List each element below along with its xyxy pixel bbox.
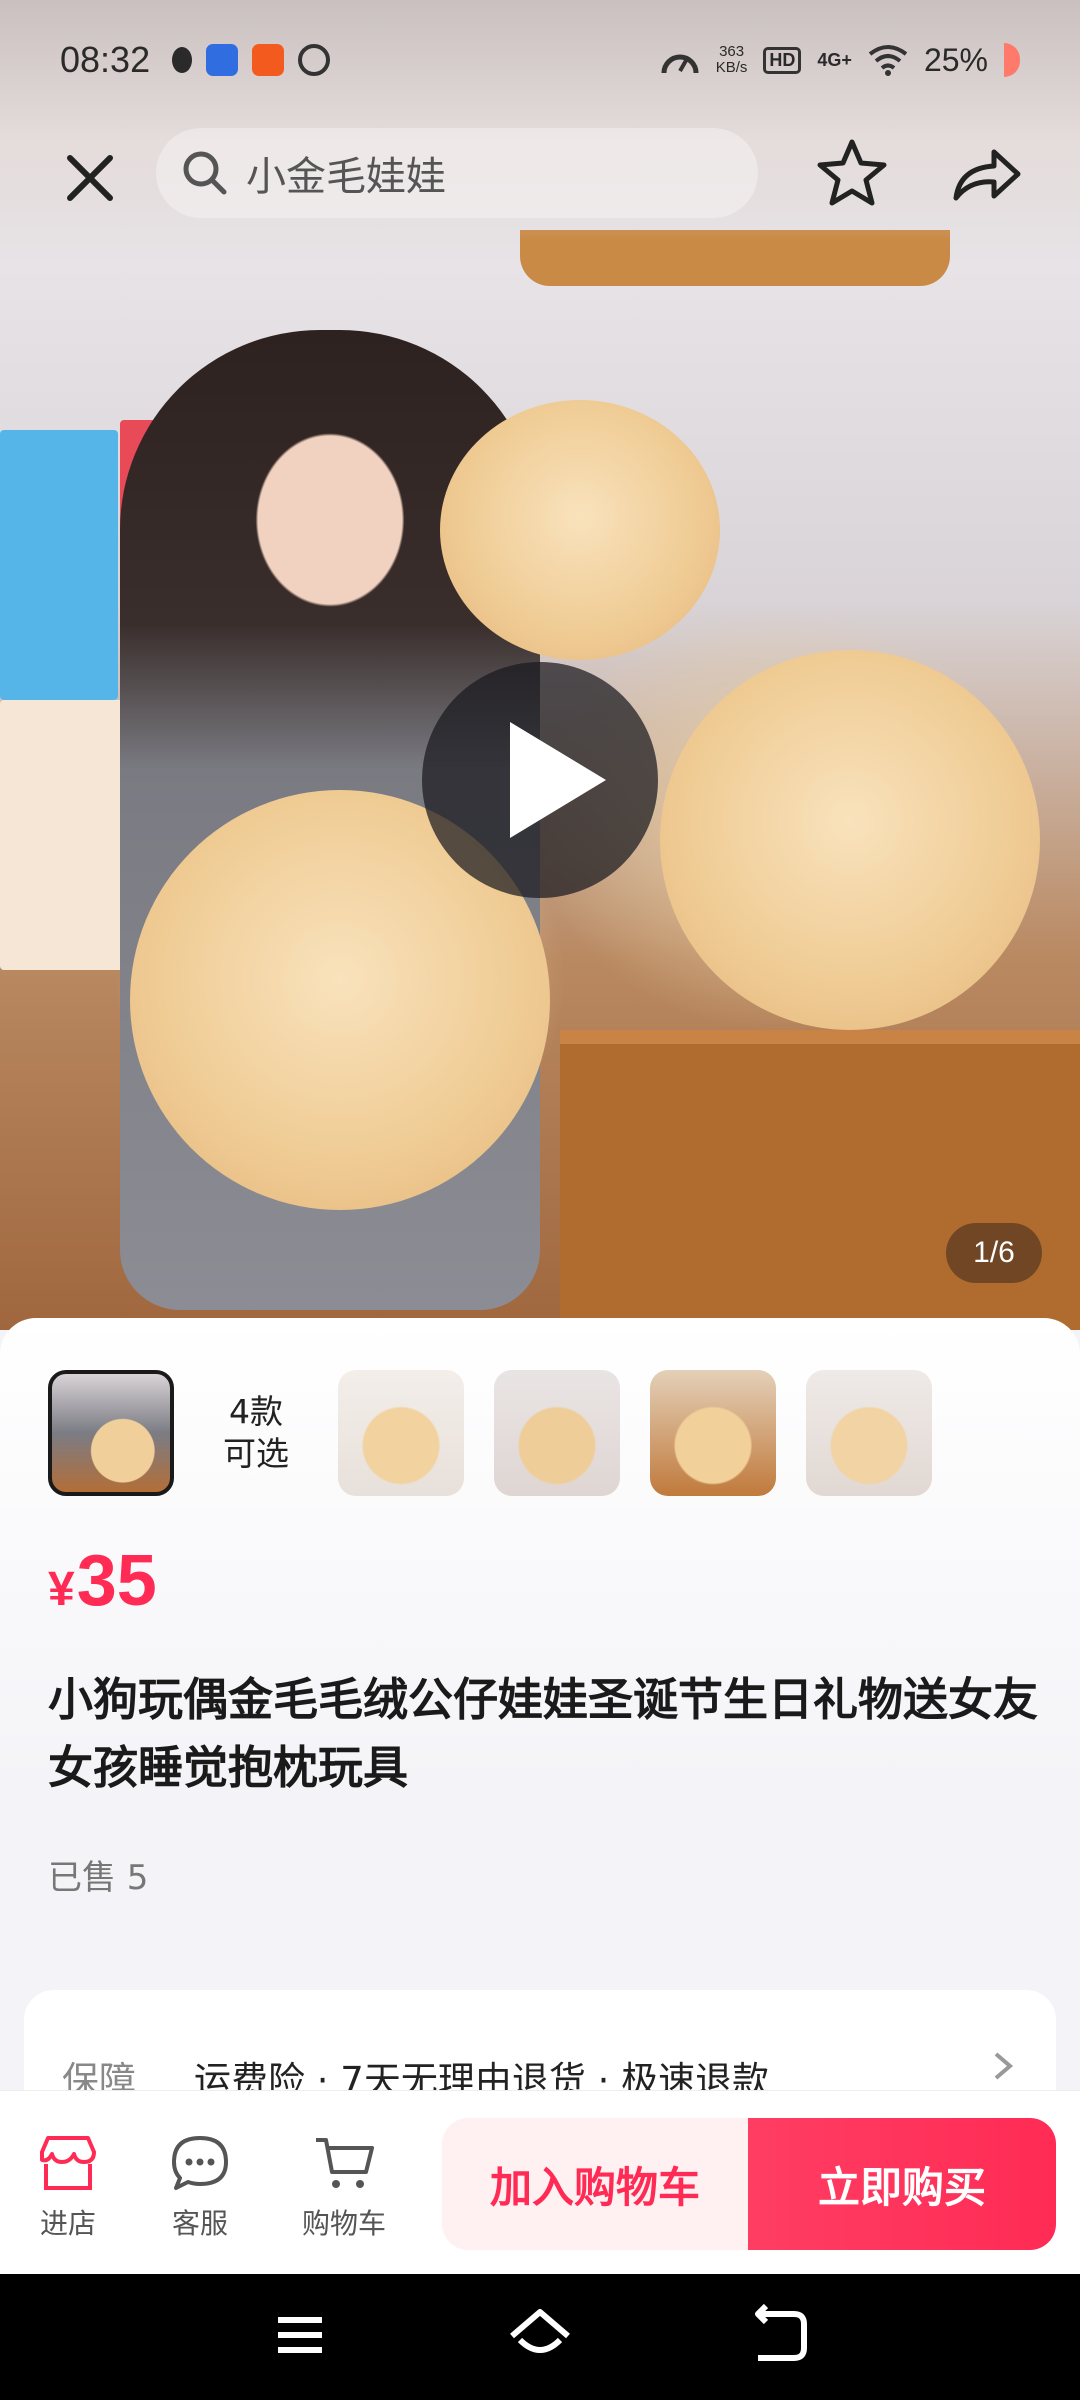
- network-speed: 363 KB/s: [716, 44, 748, 76]
- status-time: 08:32: [60, 39, 151, 80]
- back-icon: [755, 2303, 807, 2361]
- wall-poster: [0, 430, 118, 700]
- status-bar: 08:32 363 KB/s HD 4G+ 25%: [0, 0, 1080, 120]
- home-button[interactable]: [500, 2300, 580, 2370]
- search-input[interactable]: 小金毛娃娃: [156, 128, 758, 218]
- cart-icon: [316, 2138, 374, 2188]
- close-button[interactable]: [50, 138, 130, 218]
- buy-now-button[interactable]: 立即购买: [748, 2118, 1056, 2250]
- plush-toy: [440, 400, 720, 660]
- menu-icon: [278, 2317, 322, 2353]
- variant-count-line2: 可选: [223, 1434, 289, 1473]
- price-amount: 35: [76, 1541, 157, 1621]
- notification-icons: [172, 44, 331, 76]
- product-price: ¥ 35: [48, 1540, 157, 1622]
- net-speed-value: 363: [719, 43, 745, 60]
- sync-app-icon: [298, 44, 331, 76]
- baidu-app-icon: [206, 44, 239, 76]
- hd-badge: HD: [763, 46, 802, 74]
- chat-bubble-icon: [172, 2136, 228, 2190]
- favorite-button[interactable]: [810, 130, 894, 214]
- play-video-button[interactable]: [422, 662, 658, 898]
- store-label: 进店: [39, 2207, 96, 2240]
- home-icon: [510, 2309, 570, 2353]
- cellular-signal-icon: 4G+: [817, 49, 852, 70]
- variant-thumbnail[interactable]: [650, 1370, 776, 1496]
- play-icon: [510, 722, 606, 838]
- sold-count: 已售 5: [48, 1858, 149, 1898]
- price-currency: ¥: [48, 1563, 75, 1616]
- add-to-cart-button[interactable]: 加入购物车: [442, 2118, 748, 2250]
- battery-percent: 25%: [923, 41, 988, 78]
- notification-app-icon: [172, 47, 193, 73]
- taobao-app-icon: [252, 44, 285, 76]
- speedometer-icon: [661, 54, 699, 74]
- wifi-icon: [868, 45, 908, 76]
- wood-cabinet: [560, 1030, 1080, 1330]
- product-title: 小狗玩偶金毛毛绒公仔娃娃圣诞节生日礼物送女友女孩睡觉抱枕玩具: [48, 1673, 1039, 1794]
- store-button[interactable]: 进店: [8, 2134, 128, 2242]
- share-icon: [953, 149, 1021, 201]
- wall-poster: [0, 700, 126, 970]
- variant-thumbnail[interactable]: [338, 1370, 464, 1496]
- recent-apps-button[interactable]: [260, 2300, 340, 2370]
- star-icon: [817, 139, 887, 206]
- net-speed-unit: KB/s: [715, 59, 748, 76]
- back-button[interactable]: [740, 2300, 820, 2370]
- variant-thumbnail-selected[interactable]: [48, 1370, 174, 1496]
- close-icon: [67, 155, 113, 201]
- customer-service-button[interactable]: 客服: [140, 2134, 260, 2242]
- variant-count-line1: 4款: [229, 1392, 283, 1431]
- customer-service-label: 客服: [171, 2207, 228, 2240]
- store-icon: [40, 2136, 96, 2190]
- chevron-right-icon: [994, 2052, 1014, 2080]
- status-indicators: 363 KB/s HD 4G+ 25%: [660, 42, 1020, 79]
- battery-icon: [1004, 43, 1020, 77]
- variant-thumbnails: 4款 可选: [48, 1368, 962, 1498]
- search-query-text: 小金毛娃娃: [246, 154, 446, 200]
- variant-count-label: 4款 可选: [204, 1391, 308, 1475]
- plush-toy: [660, 650, 1040, 1030]
- variant-thumbnail[interactable]: [494, 1370, 620, 1496]
- search-icon: [183, 151, 227, 195]
- image-page-indicator: 1/6: [946, 1223, 1042, 1283]
- share-button[interactable]: [944, 132, 1028, 216]
- variant-thumbnail[interactable]: [806, 1370, 932, 1496]
- cart-label: 购物车: [301, 2207, 386, 2240]
- cart-button[interactable]: 购物车: [284, 2134, 404, 2242]
